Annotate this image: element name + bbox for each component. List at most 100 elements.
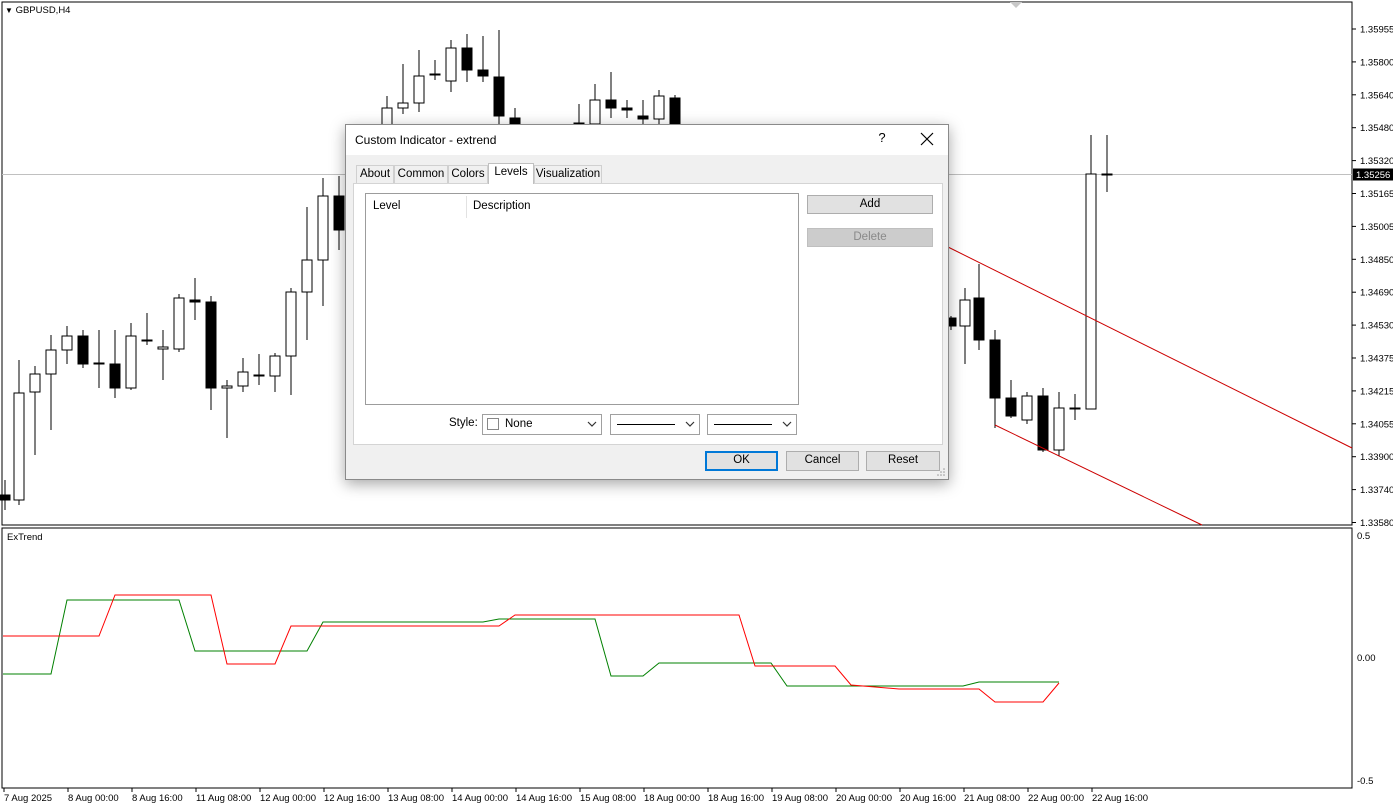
line-style-preview <box>617 424 675 425</box>
time-tick-label: 14 Aug 00:00 <box>452 793 508 804</box>
time-tick-label: 18 Aug 00:00 <box>644 793 700 804</box>
color-swatch <box>487 418 499 430</box>
indicator-frame <box>1 527 1353 789</box>
candle-body <box>0 494 11 501</box>
price-tick-label: 1.34530 <box>1360 321 1393 332</box>
tab-visualization[interactable]: Visualization <box>534 165 602 183</box>
candle-body <box>429 73 441 76</box>
indicator-panel: 7 Aug 2025 8 Aug 00:00 8 Aug 16:00 11 Aug 0… <box>1 527 1376 804</box>
candle-body <box>285 291 297 357</box>
levels-list-header: Level Description <box>366 194 798 218</box>
time-tick-label: 21 Aug 08:00 <box>964 793 1020 804</box>
candle-body <box>973 297 985 341</box>
indicator-tick-label: -0.5 <box>1357 776 1373 787</box>
candle-body <box>333 195 345 231</box>
dropdown-triangle-icon[interactable]: ▼ <box>5 6 13 15</box>
candle-body <box>1101 173 1113 176</box>
reset-button[interactable]: Reset <box>866 451 940 471</box>
candle-body <box>989 339 1001 399</box>
close-button[interactable] <box>916 129 938 149</box>
candle-body <box>237 371 249 387</box>
candle-body <box>61 335 73 351</box>
ok-button[interactable]: OK <box>705 451 778 471</box>
candle-body <box>205 301 217 389</box>
level-line-width-select[interactable] <box>707 414 797 435</box>
price-tick-label: 1.34055 <box>1360 419 1393 430</box>
time-tick-label: 12 Aug 16:00 <box>324 793 380 804</box>
tab-common[interactable]: Common <box>394 165 448 183</box>
price-tick-label: 1.33580 <box>1360 518 1393 529</box>
time-tick-label: 18 Aug 16:00 <box>708 793 764 804</box>
chevron-down-icon <box>782 421 792 427</box>
candle-body <box>959 299 971 327</box>
tab-levels[interactable]: Levels <box>488 163 534 184</box>
price-tick-label: 1.33740 <box>1360 485 1393 496</box>
tab-about[interactable]: About <box>356 165 394 183</box>
column-header-description[interactable]: Description <box>473 200 531 212</box>
time-tick-label: 14 Aug 16:00 <box>516 793 572 804</box>
tab-colors[interactable]: Colors <box>448 165 488 183</box>
candle-body <box>653 95 665 120</box>
level-color-select[interactable]: None <box>482 414 602 435</box>
dialog-title: Custom Indicator - extrend <box>355 133 497 147</box>
help-button[interactable]: ? <box>874 130 890 148</box>
column-separator[interactable] <box>466 196 467 218</box>
price-tick-label: 1.35005 <box>1360 222 1393 233</box>
add-button[interactable]: Add <box>807 195 933 214</box>
indicator-tick-label: 0.00 <box>1357 653 1376 664</box>
candle-body <box>125 335 137 389</box>
time-tick-label: 19 Aug 08:00 <box>772 793 828 804</box>
levels-list[interactable]: Level Description <box>365 193 799 405</box>
time-tick-label: 22 Aug 00:00 <box>1028 793 1084 804</box>
resize-grip-icon[interactable] <box>936 467 946 477</box>
candle-body <box>269 355 281 377</box>
style-label: Style: <box>449 417 478 429</box>
current-price-label: 1.35256 <box>1356 170 1390 181</box>
column-header-level[interactable]: Level <box>373 200 401 212</box>
cancel-button[interactable]: Cancel <box>786 451 859 471</box>
level-line-style-select[interactable] <box>610 414 700 435</box>
levels-tab-panel: Level Description Add Delete Style: None <box>353 183 943 445</box>
candle-body <box>669 97 681 125</box>
time-tick-label: 13 Aug 08:00 <box>388 793 444 804</box>
indicator-name-label: ExTrend <box>7 532 43 543</box>
price-tick-label: 1.35320 <box>1360 156 1393 167</box>
level-color-value: None <box>505 418 533 430</box>
candle-body <box>253 374 265 377</box>
candle-body <box>637 115 649 120</box>
time-tick-label: 15 Aug 08:00 <box>580 793 636 804</box>
price-tick-label: 1.35165 <box>1360 189 1393 200</box>
price-tick-label: 1.35640 <box>1360 90 1393 101</box>
line-width-preview <box>714 424 772 425</box>
time-tick-label: 8 Aug 00:00 <box>68 793 119 804</box>
candle-body <box>157 346 169 350</box>
candle-body <box>13 392 25 501</box>
time-tick-label: 7 Aug 2025 <box>4 793 52 804</box>
price-tick-label: 1.35800 <box>1360 57 1393 68</box>
price-tick-label: 1.33900 <box>1360 452 1393 463</box>
dialog-titlebar[interactable]: Custom Indicator - extrend ? <box>346 125 948 155</box>
candle-body <box>77 335 89 365</box>
candle-body <box>1085 173 1097 410</box>
candle-body <box>93 362 105 365</box>
candle-body <box>493 76 505 117</box>
candle-body <box>605 99 617 109</box>
candle-body <box>1005 397 1017 417</box>
price-tick-label: 1.34375 <box>1360 354 1393 365</box>
candle-body <box>397 102 409 109</box>
indicator-tick-label: 0.5 <box>1357 531 1370 542</box>
price-tick-label: 1.34215 <box>1360 386 1393 397</box>
time-tick-label: 11 Aug 08:00 <box>196 793 251 804</box>
time-tick-label: 20 Aug 16:00 <box>900 793 956 804</box>
candle-body <box>621 107 633 111</box>
candle-body <box>1053 407 1065 451</box>
custom-indicator-dialog: Custom Indicator - extrend ? About Commo… <box>345 124 949 480</box>
delete-button[interactable]: Delete <box>807 228 933 247</box>
time-tick-label: 8 Aug 16:00 <box>132 793 183 804</box>
time-tick-label: 12 Aug 00:00 <box>260 793 316 804</box>
candle-body <box>109 363 121 389</box>
price-tick-label: 1.34850 <box>1360 255 1393 266</box>
price-tick-label: 1.34690 <box>1360 288 1393 299</box>
candle-body <box>301 259 313 293</box>
candle-body <box>221 385 233 389</box>
